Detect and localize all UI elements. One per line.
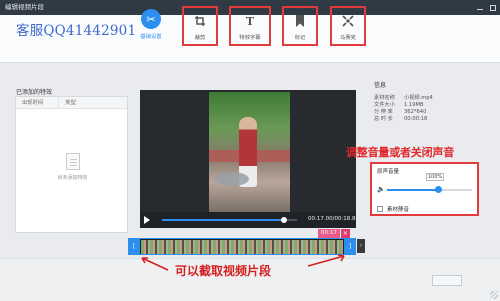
confirm-button[interactable] <box>432 275 462 286</box>
annotation-arrows <box>141 254 345 271</box>
resize-grip-icon[interactable] <box>490 291 498 299</box>
annotation-clip: 可以截取视频片段 <box>175 264 272 278</box>
